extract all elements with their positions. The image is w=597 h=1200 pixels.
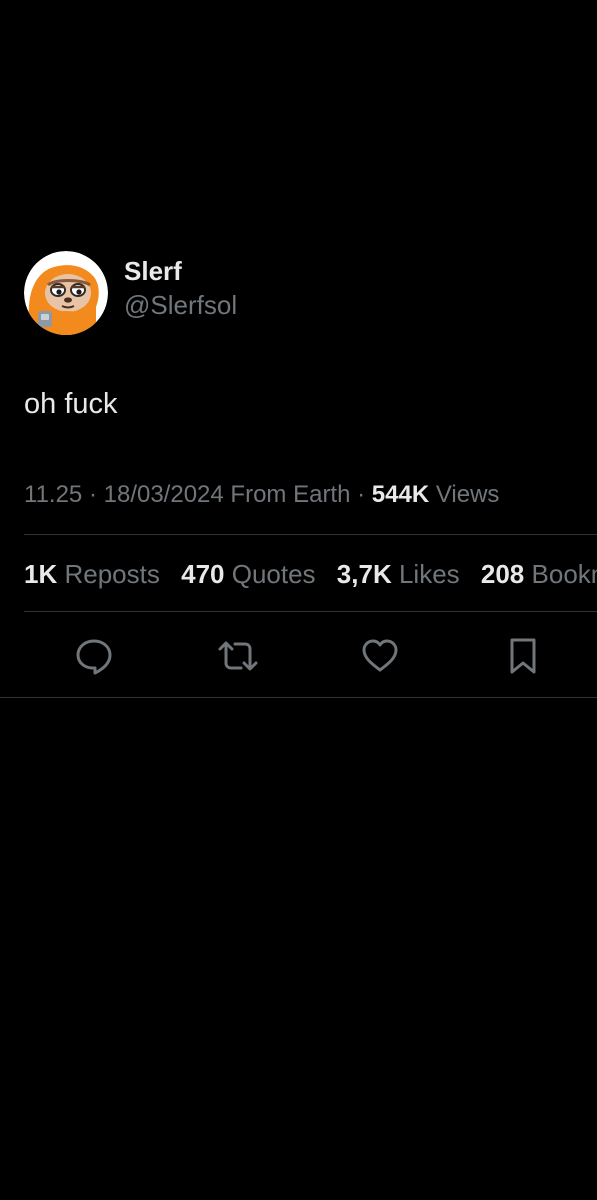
likes-label: Likes xyxy=(398,559,460,589)
tweet-text: oh fuck xyxy=(24,388,118,420)
tweet-date[interactable]: 18/03/2024 xyxy=(104,481,224,508)
meta-separator: · xyxy=(357,481,366,508)
bookmarks-stat[interactable]: 208 Bookmarks xyxy=(481,559,597,589)
quotes-count: 470 xyxy=(181,559,225,589)
tweet-author[interactable]: Slerf @Slerfsol xyxy=(24,251,237,335)
reply-button[interactable] xyxy=(72,634,116,678)
user-handle[interactable]: @Slerfsol xyxy=(124,288,237,322)
repost-button[interactable] xyxy=(216,634,260,678)
engagement-stats: 1K Reposts 470 Quotes 3,7K Likes 208 Boo… xyxy=(24,556,597,592)
tweet-source: From Earth xyxy=(230,481,351,508)
action-bar xyxy=(0,634,597,678)
tweet-time[interactable]: 11.25 xyxy=(24,481,82,508)
heart-icon xyxy=(362,639,398,672)
reposts-stat[interactable]: 1K Reposts xyxy=(24,559,160,589)
meta-separator: · xyxy=(88,481,97,508)
tweet-meta: 11.25 · 18/03/2024 From Earth · 544K Vie… xyxy=(24,478,499,512)
quotes-label: Quotes xyxy=(231,559,316,589)
views-count: 544K xyxy=(371,481,430,508)
quotes-stat[interactable]: 470 Quotes xyxy=(181,559,315,589)
divider xyxy=(24,611,597,612)
likes-count: 3,7K xyxy=(336,559,392,589)
divider xyxy=(0,697,597,698)
like-button[interactable] xyxy=(358,634,402,678)
bookmark-icon xyxy=(510,638,536,674)
author-names: Slerf @Slerfsol xyxy=(124,254,237,322)
bookmarks-count: 208 xyxy=(480,559,525,589)
display-name[interactable]: Slerf xyxy=(124,254,237,288)
views-label: Views xyxy=(435,481,500,508)
avatar[interactable] xyxy=(24,251,108,335)
reply-icon xyxy=(76,639,112,675)
divider xyxy=(24,534,597,535)
reposts-count: 1K xyxy=(24,559,58,589)
bookmarks-label: Bookmarks xyxy=(531,559,597,589)
reposts-label: Reposts xyxy=(64,559,160,589)
repost-icon xyxy=(218,641,258,671)
likes-stat[interactable]: 3,7K Likes xyxy=(337,559,460,589)
sloth-avatar-icon xyxy=(24,251,108,335)
bookmark-button[interactable] xyxy=(501,634,545,678)
